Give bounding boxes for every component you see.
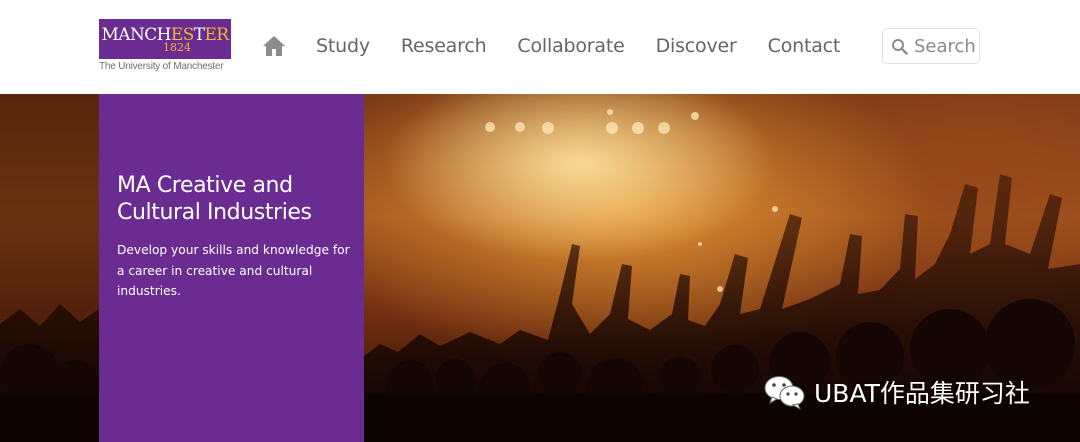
main-nav: Study Research Collaborate Discover Cont… (262, 32, 871, 60)
wechat-icon (764, 376, 805, 410)
hero-banner: MA Creative and Cultural Industries Deve… (0, 94, 1080, 442)
nav-contact[interactable]: Contact (768, 35, 841, 57)
programme-title: MA Creative and Cultural Industries (117, 173, 312, 225)
nav-research[interactable]: Research (401, 35, 487, 57)
hero-info-panel: MA Creative and Cultural Industries Deve… (99, 94, 364, 442)
programme-description: Develop your skills and knowledge for a … (117, 243, 350, 298)
home-icon (263, 36, 285, 56)
nav-collaborate[interactable]: Collaborate (517, 35, 624, 57)
search-icon (892, 38, 908, 55)
university-logo[interactable]: MANCHESTER 1824 The University of Manche… (99, 19, 232, 74)
search-placeholder: Search (914, 35, 976, 57)
watermark: UBAT作品集研习社 (764, 372, 1030, 412)
logo-year: 1824 (163, 41, 191, 54)
search-box[interactable]: Search (882, 28, 980, 64)
nav-study[interactable]: Study (316, 35, 370, 57)
logo-subtitle: The University of Manchester (99, 61, 224, 72)
site-header: MANCHESTER 1824 The University of Manche… (0, 0, 1080, 94)
logo-wordmark-box: MANCHESTER 1824 (99, 19, 231, 59)
nav-discover[interactable]: Discover (656, 35, 737, 57)
home-link[interactable] (262, 35, 286, 57)
watermark-text: UBAT作品集研习社 (814, 379, 1030, 408)
